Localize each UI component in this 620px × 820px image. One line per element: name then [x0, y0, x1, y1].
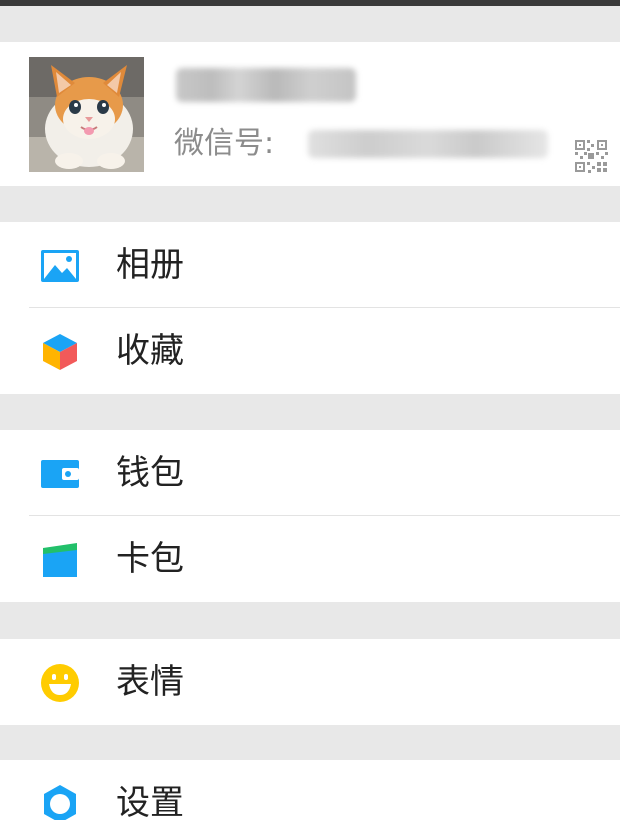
- menu-item-label: 卡包: [116, 539, 184, 579]
- menu-item-favorites[interactable]: 收藏: [0, 308, 620, 394]
- profile-card[interactable]: 微信号:: [0, 42, 620, 186]
- wechat-id-label: 微信号:: [174, 126, 275, 161]
- menu-item-stickers[interactable]: 表情: [0, 639, 620, 725]
- menu-item-wallet[interactable]: 钱包: [0, 430, 620, 516]
- menu-item-label: 设置: [116, 783, 184, 820]
- qr-code-icon[interactable]: [574, 139, 608, 173]
- album-icon: [41, 250, 79, 282]
- menu-item-album[interactable]: 相册: [0, 222, 620, 308]
- wallet-icon: [41, 460, 79, 488]
- menu-item-label: 钱包: [116, 453, 184, 493]
- menu-item-label: 收藏: [116, 331, 184, 371]
- menu-item-label: 表情: [116, 662, 184, 702]
- menu-item-label: 相册: [116, 245, 184, 285]
- kitten-photo: [29, 57, 144, 172]
- nickname-redacted: [176, 68, 356, 102]
- menu-item-card-bag[interactable]: 卡包: [0, 516, 620, 602]
- status-bar-edge: [0, 0, 620, 6]
- wechat-id-redacted: [308, 130, 548, 158]
- card-bag-icon: [43, 543, 77, 577]
- stickers-icon: [41, 664, 79, 702]
- favorites-icon: [43, 334, 77, 370]
- avatar[interactable]: [29, 57, 144, 172]
- settings-icon: [44, 785, 76, 820]
- menu-item-settings[interactable]: 设置: [0, 760, 620, 820]
